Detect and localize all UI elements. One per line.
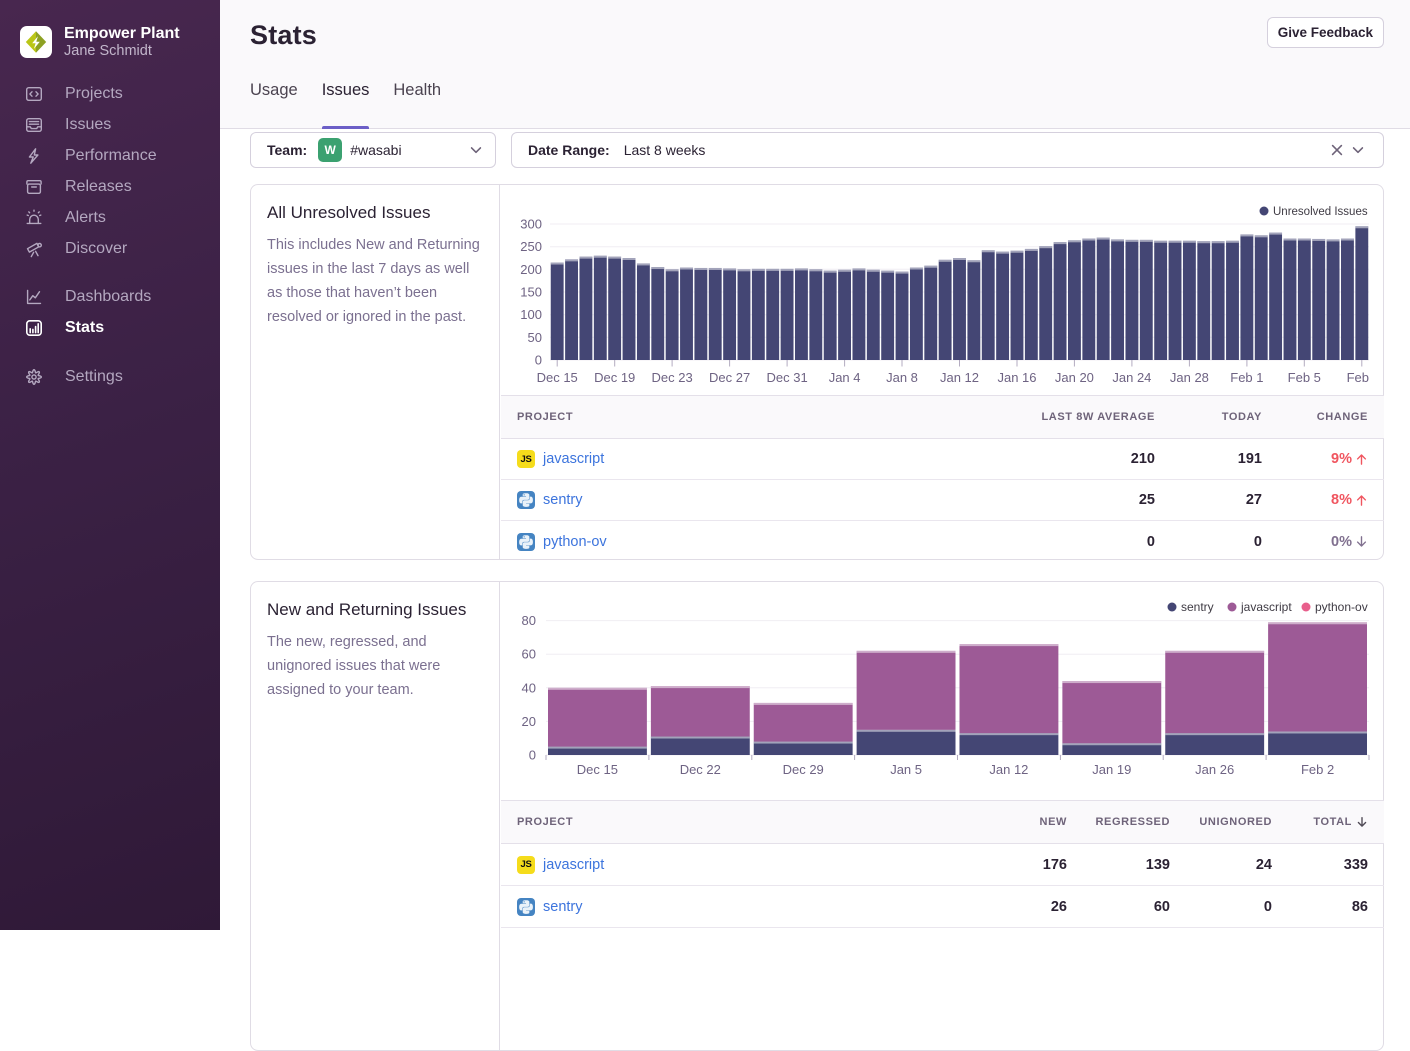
svg-text:Jan 5: Jan 5	[890, 762, 922, 777]
svg-text:60: 60	[522, 647, 536, 662]
svg-text:300: 300	[520, 217, 542, 232]
svg-text:Unresolved Issues: Unresolved Issues	[1273, 206, 1368, 218]
svg-text:100: 100	[520, 307, 542, 322]
svg-text:Jan 24: Jan 24	[1112, 370, 1151, 385]
svg-text:Jan 16: Jan 16	[997, 370, 1036, 385]
svg-text:Jan 20: Jan 20	[1055, 370, 1094, 385]
svg-text:Feb 1: Feb 1	[1230, 370, 1263, 385]
svg-text:Jan 12: Jan 12	[940, 370, 979, 385]
svg-text:javascript: javascript	[1240, 600, 1292, 614]
svg-text:80: 80	[522, 613, 536, 628]
svg-text:Feb: Feb	[1347, 370, 1369, 385]
svg-text:Dec 31: Dec 31	[766, 370, 807, 385]
svg-text:20: 20	[522, 714, 536, 729]
svg-text:0: 0	[529, 748, 536, 763]
svg-text:Jan 28: Jan 28	[1170, 370, 1209, 385]
svg-text:Dec 23: Dec 23	[651, 370, 692, 385]
svg-text:200: 200	[520, 262, 542, 277]
svg-text:Dec 29: Dec 29	[783, 762, 824, 777]
svg-text:Jan 8: Jan 8	[886, 370, 918, 385]
svg-text:Jan 19: Jan 19	[1092, 762, 1131, 777]
svg-text:python-ov: python-ov	[1315, 600, 1368, 614]
svg-text:Feb 2: Feb 2	[1301, 762, 1334, 777]
svg-text:Dec 27: Dec 27	[709, 370, 750, 385]
svg-text:Jan 12: Jan 12	[989, 762, 1028, 777]
svg-text:Jan 26: Jan 26	[1195, 762, 1234, 777]
svg-text:50: 50	[528, 330, 542, 345]
svg-text:40: 40	[522, 680, 536, 695]
svg-text:sentry: sentry	[1181, 600, 1214, 614]
svg-text:0: 0	[535, 353, 542, 368]
svg-text:Dec 19: Dec 19	[594, 370, 635, 385]
svg-text:150: 150	[520, 285, 542, 300]
svg-text:Dec 15: Dec 15	[537, 370, 578, 385]
svg-text:Dec 22: Dec 22	[680, 762, 721, 777]
svg-text:Dec 15: Dec 15	[577, 762, 618, 777]
svg-text:Feb 5: Feb 5	[1288, 370, 1321, 385]
svg-text:250: 250	[520, 239, 542, 254]
svg-text:Jan 4: Jan 4	[829, 370, 861, 385]
